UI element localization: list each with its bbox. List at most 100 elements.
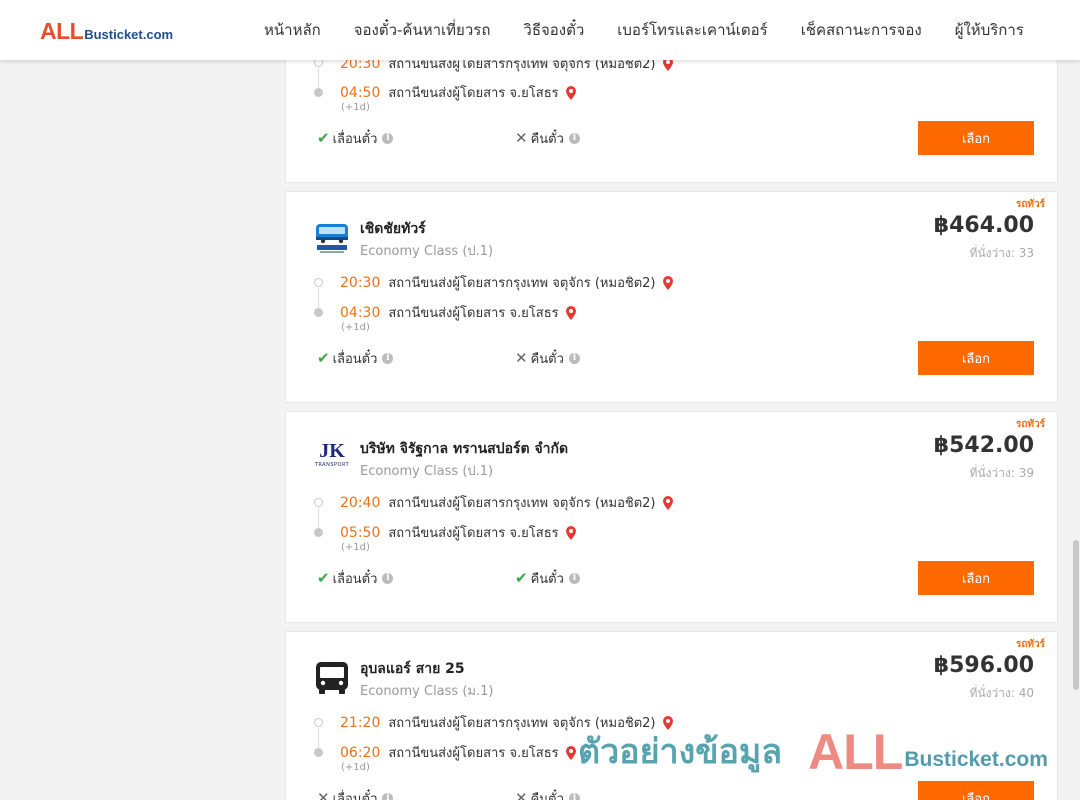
arrive-dot: [314, 748, 323, 757]
jk-transport-logo: JK TRANSPORT: [313, 440, 351, 476]
seats-label: ที่นั่งว่าง:: [969, 246, 1015, 260]
ticket-price: ฿464.00: [933, 213, 1034, 238]
refund-ticket-label: คืนตั๋ว: [530, 132, 564, 147]
change-ticket-policy: ✕ เลื่อนตั๋ว i: [317, 788, 394, 800]
bus-icon: [316, 662, 348, 694]
select-trip-button[interactable]: เลือก: [918, 561, 1034, 595]
arrive-time: 04:50: [340, 84, 381, 101]
depart-stop: 20:40 สถานีขนส่งผู้โดยสารกรุงเทพ จตุจักร…: [340, 492, 675, 513]
arrive-time: 04:30: [340, 304, 381, 321]
change-ticket-policy: ✔ เลื่อนตั๋ว i: [317, 348, 394, 369]
depart-place: สถานีขนส่งผู้โดยสารกรุงเทพ จตุจักร (หมอช…: [388, 496, 656, 511]
map-pin-icon[interactable]: [564, 305, 578, 321]
trip-card: รถทัวร์ เชิดชัยทัวร์ Economy Class (ป.1)…: [285, 191, 1058, 403]
operator-name: อุบลแอร์ สาย 25: [360, 661, 465, 677]
depart-dot: [314, 278, 323, 287]
depart-stop: 20:30 สถานีขนส่งผู้โดยสารกรุงเทพ จตุจักร…: [340, 272, 675, 293]
cherdchai-logo-icon: [316, 224, 348, 253]
arrive-dot: [314, 88, 323, 97]
cross-icon: ✕: [515, 129, 528, 147]
nav-home[interactable]: หน้าหลัก: [264, 18, 321, 42]
check-icon: ✔: [515, 569, 528, 587]
arrive-dot: [314, 528, 323, 537]
seats-label: ที่นั่งว่าง:: [969, 686, 1015, 700]
arrive-stop: 06:20 สถานีขนส่งผู้โดยสาร จ.ยโสธร: [340, 742, 578, 763]
nav-book-search[interactable]: จองตั๋ว-ค้นหาเที่ยวรถ: [354, 18, 491, 42]
change-ticket-label: เลื่อนตั๋ว: [332, 352, 378, 367]
route-line: [318, 508, 319, 528]
arrive-place: สถานีขนส่งผู้โดยสาร จ.ยโสธร: [388, 86, 559, 101]
next-day-label: (+1d): [341, 542, 370, 553]
info-icon[interactable]: i: [568, 133, 580, 144]
ticket-price: ฿596.00: [933, 653, 1034, 678]
route-line: [318, 728, 319, 748]
info-icon[interactable]: i: [382, 353, 394, 364]
seats-count: 40: [1018, 686, 1034, 700]
watermark-logo-all: ALL: [808, 724, 903, 780]
refund-ticket-policy: ✕ คืนตั๋ว i: [515, 348, 580, 369]
depart-place: สถานีขนส่งผู้โดยสารกรุงเทพ จตุจักร (หมอช…: [388, 276, 656, 291]
arrive-time: 06:20: [340, 744, 381, 761]
bus-class: Economy Class (ป.1): [360, 244, 494, 259]
info-icon[interactable]: i: [568, 793, 580, 800]
depart-dot: [314, 718, 323, 727]
operator-name: เชิดชัยทัวร์: [360, 221, 426, 237]
change-ticket-policy: ✔ เลื่อนตั๋ว i: [317, 128, 394, 149]
logo-all: ALL: [40, 18, 84, 44]
nav-check-booking[interactable]: เช็คสถานะการจอง: [801, 18, 922, 42]
change-ticket-label: เลื่อนตั๋ว: [332, 132, 378, 147]
operator-name: บริษัท จิรัฐกาล ทรานสปอร์ต จำกัด: [360, 441, 569, 457]
bus-class: Economy Class (ม.1): [360, 684, 494, 699]
select-trip-button[interactable]: เลือก: [918, 121, 1034, 155]
bus-type-badge: รถทัวร์: [1015, 419, 1045, 430]
watermark-logo-busticket: Busticket.com: [904, 748, 1048, 771]
site-logo[interactable]: ALL Busticket.com: [40, 18, 173, 44]
seats-available: ที่นั่งว่าง: 39: [970, 464, 1034, 483]
cross-icon: ✕: [317, 789, 330, 800]
select-trip-button[interactable]: เลือก: [918, 781, 1034, 800]
nav-how-to-book[interactable]: วิธีจองตั๋ว: [523, 18, 584, 42]
seats-count: 39: [1018, 466, 1034, 480]
sample-data-watermark: ตัวอย่างข้อมูล ALL Busticket.com: [578, 727, 1048, 777]
cross-icon: ✕: [515, 789, 528, 800]
nav-operators[interactable]: ผู้ให้บริการ: [955, 18, 1024, 42]
route-line: [318, 68, 319, 88]
scrollbar-track[interactable]: [1072, 0, 1080, 800]
info-icon[interactable]: i: [382, 573, 394, 584]
change-ticket-label: เลื่อนตั๋ว: [332, 792, 378, 800]
info-icon[interactable]: i: [382, 133, 394, 144]
depart-time: 20:40: [340, 494, 381, 511]
arrive-stop: 05:50 สถานีขนส่งผู้โดยสาร จ.ยโสธร: [340, 522, 578, 543]
select-trip-button[interactable]: เลือก: [918, 341, 1034, 375]
info-icon[interactable]: i: [568, 573, 580, 584]
map-pin-icon[interactable]: [661, 275, 675, 291]
refund-ticket-policy: ✔ คืนตั๋ว i: [515, 568, 580, 589]
info-icon[interactable]: i: [382, 793, 394, 800]
depart-time: 20:30: [340, 274, 381, 291]
arrive-time: 05:50: [340, 524, 381, 541]
check-icon: ✔: [317, 129, 330, 147]
change-ticket-policy: ✔ เลื่อนตั๋ว i: [317, 568, 394, 589]
refund-ticket-label: คืนตั๋ว: [530, 572, 564, 587]
map-pin-icon[interactable]: [564, 85, 578, 101]
arrive-stop: 04:50 สถานีขนส่งผู้โดยสาร จ.ยโสธร: [340, 82, 578, 103]
route-line: [318, 288, 319, 308]
seats-available: ที่นั่งว่าง: 40: [970, 684, 1034, 703]
next-day-label: (+1d): [341, 762, 370, 773]
seats-count: 33: [1018, 246, 1034, 260]
check-icon: ✔: [317, 569, 330, 587]
bus-class: Economy Class (ป.1): [360, 464, 494, 479]
map-pin-icon[interactable]: [564, 745, 578, 761]
depart-dot: [314, 498, 323, 507]
map-pin-icon[interactable]: [564, 525, 578, 541]
refund-ticket-label: คืนตั๋ว: [530, 792, 564, 800]
arrive-place: สถานีขนส่งผู้โดยสาร จ.ยโสธร: [388, 746, 559, 761]
nav-phone-counters[interactable]: เบอร์โทรและเคาน์เตอร์: [617, 18, 767, 42]
arrive-dot: [314, 308, 323, 317]
trip-card: รถทัวร์ JK TRANSPORT บริษัท จิรัฐกาล ทรา…: [285, 411, 1058, 623]
next-day-label: (+1d): [341, 322, 370, 333]
scrollbar-thumb[interactable]: [1073, 540, 1079, 690]
info-icon[interactable]: i: [568, 353, 580, 364]
map-pin-icon[interactable]: [661, 495, 675, 511]
refund-ticket-policy: ✕ คืนตั๋ว i: [515, 128, 580, 149]
